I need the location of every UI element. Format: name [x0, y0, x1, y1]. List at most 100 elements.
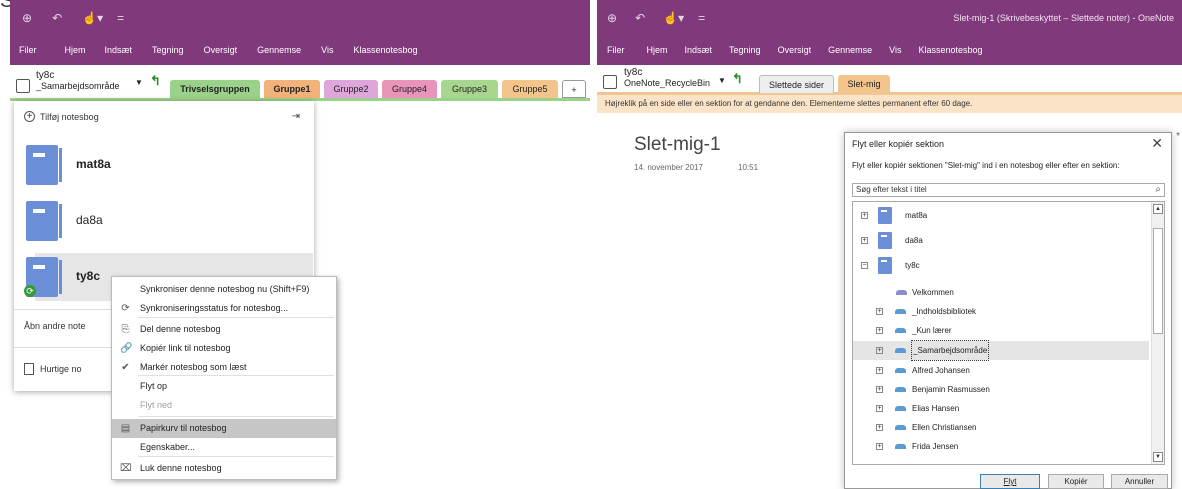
add-notebook-button[interactable]: + Tilføj notesbog — [24, 111, 99, 122]
menu-klassenotesbog[interactable]: Klassenotesbog — [918, 45, 982, 55]
chevron-down-icon[interactable]: ▼ — [135, 78, 143, 87]
section-tab[interactable]: Gruppe4 — [382, 80, 437, 98]
notebook-icon — [603, 75, 617, 89]
customize-toolbar-icon[interactable]: = — [698, 11, 705, 25]
expand-icon[interactable]: + — [876, 386, 883, 393]
undo-icon[interactable]: ↶ — [635, 11, 645, 25]
move-button-label: Flyt — [1003, 477, 1017, 486]
section-group-icon — [895, 368, 906, 373]
context-menu-item[interactable]: ⟳ Synkroniseringsstatus for notesbog... — [112, 299, 336, 318]
menu-indsaet[interactable]: Indsæt — [105, 45, 133, 55]
scroll-down-icon[interactable]: ▼ — [1153, 452, 1163, 462]
notebook-item-da8a[interactable]: da8a — [14, 197, 304, 245]
menu-separator — [138, 456, 334, 457]
expand-icon[interactable]: + — [876, 327, 883, 334]
section-tab[interactable]: Slettede sider — [759, 75, 834, 93]
tree-row-label: mat8a — [905, 211, 928, 220]
notebook-item-mat8a[interactable]: mat8a — [14, 141, 304, 189]
menu-hjem[interactable]: Hjem — [647, 45, 668, 55]
context-menu-item[interactable]: Egenskaber... — [112, 438, 336, 457]
scroll-thumb[interactable] — [1153, 228, 1163, 334]
tree-row[interactable]: + _Kun lærer — [853, 321, 1149, 340]
menu-oversigt[interactable]: Oversigt — [778, 45, 812, 55]
collapse-icon[interactable]: − — [861, 262, 868, 269]
context-menu-item[interactable]: Flyt op — [112, 377, 336, 396]
customize-toolbar-icon[interactable]: = — [117, 11, 124, 25]
notebook-icon — [878, 207, 892, 224]
undo-icon[interactable]: ↶ — [52, 11, 62, 25]
copy-button[interactable]: Kopiér — [1048, 474, 1104, 489]
notebook-picker[interactable]: ty8c OneNote_RecycleBin — [624, 67, 710, 89]
back-to-parent-icon[interactable]: ↰ — [150, 73, 161, 89]
tree-row[interactable]: + Benjamin Rasmussen — [853, 380, 1149, 399]
notebook-picker[interactable]: ty8c _Samarbejdsområde — [36, 70, 120, 92]
menu-gennemse[interactable]: Gennemse — [828, 45, 872, 55]
expand-icon[interactable]: + — [876, 347, 883, 354]
menu-vis[interactable]: Vis — [321, 45, 333, 55]
context-menu-item[interactable]: ⎘ Del denne notesbog — [112, 320, 336, 339]
expand-icon[interactable]: + — [861, 237, 868, 244]
expand-icon[interactable]: + — [876, 424, 883, 431]
scroll-up-icon[interactable]: ▲ — [1153, 204, 1163, 214]
menu-oversigt[interactable]: Oversigt — [204, 45, 238, 55]
menu-filer[interactable]: Filer — [19, 45, 37, 55]
close-icon[interactable]: ✕ — [1151, 135, 1163, 152]
section-tab[interactable]: Gruppe2 — [324, 80, 378, 98]
section-tab[interactable]: Trivselsgruppen — [170, 80, 260, 98]
expand-icon[interactable]: + — [876, 367, 883, 374]
menu-indsaet[interactable]: Indsæt — [685, 45, 713, 55]
back-icon[interactable]: ⊕ — [607, 11, 617, 25]
expand-icon[interactable]: + — [876, 308, 883, 315]
section-group-icon — [895, 328, 906, 333]
back-icon[interactable]: ⊕ — [22, 11, 32, 25]
tree-row[interactable]: + Ellen Christiansen — [853, 418, 1149, 437]
cancel-button[interactable]: Annuller — [1111, 474, 1168, 489]
tree-row[interactable]: + Alfred Johansen — [853, 361, 1149, 380]
search-icon[interactable]: ⌕ — [1155, 184, 1161, 196]
plus-circle-icon: + — [24, 111, 35, 122]
menu-tegning[interactable]: Tegning — [152, 45, 184, 55]
section-tab[interactable]: Gruppe3 — [441, 80, 498, 98]
menu-klassenotesbog[interactable]: Klassenotesbog — [353, 45, 417, 55]
menu-tegning[interactable]: Tegning — [729, 45, 761, 55]
expand-icon[interactable]: + — [861, 212, 868, 219]
tree-row[interactable]: + Frida Jensen — [853, 437, 1149, 456]
tree-row[interactable]: + Elias Hansen — [853, 399, 1149, 418]
tree-row[interactable]: Velkommen — [853, 283, 1149, 302]
menu-filer[interactable]: Filer — [607, 45, 625, 55]
tree-row-label: Benjamin Rasmussen — [912, 385, 990, 394]
touch-mode-icon[interactable]: ☝▾ — [663, 11, 684, 25]
menu-vis[interactable]: Vis — [889, 45, 901, 55]
context-menu-item[interactable]: ▤ Papirkurv til notesbog — [112, 419, 336, 438]
tree-row[interactable]: + _Indholdsbibliotek — [853, 302, 1149, 321]
side-mark: * — [1176, 131, 1180, 142]
expand-icon[interactable]: + — [876, 405, 883, 412]
tree-scrollbar[interactable]: ▲ ▼ — [1151, 202, 1164, 464]
tree-row-label: Elias Hansen — [912, 404, 960, 413]
chevron-down-icon[interactable]: ▼ — [718, 76, 726, 85]
dialog-title: Flyt eller kopiér sektion — [852, 139, 945, 149]
ribbon-menu-left: Filer Hjem Indsæt Tegning Oversigt Genne… — [19, 45, 418, 55]
context-menu-item[interactable]: Synkroniser denne notesbog nu (Shift+F9) — [112, 280, 336, 299]
menu-gennemse[interactable]: Gennemse — [257, 45, 301, 55]
section-tab[interactable]: Slet-mig — [838, 75, 890, 93]
context-menu-item[interactable]: ⌧ Luk denne notesbog — [112, 459, 336, 478]
section-tab[interactable]: Gruppe1 — [264, 80, 320, 98]
tree-row[interactable]: + mat8a — [853, 206, 1149, 225]
expand-icon[interactable]: + — [876, 443, 883, 450]
open-other-notebooks-button[interactable]: Åbn andre note — [24, 321, 86, 331]
tree-row[interactable]: + da8a — [853, 231, 1149, 250]
quick-notes-button[interactable]: Hurtige no — [24, 363, 82, 375]
tree-row[interactable]: − ty8c — [853, 256, 1149, 275]
section-tab[interactable]: + — [562, 80, 586, 98]
pin-icon[interactable]: ⇥ — [292, 111, 300, 122]
tree-row[interactable]: + _Samarbejdsområde — [853, 340, 1149, 361]
page-date: 14. november 2017 — [634, 163, 703, 172]
section-tab[interactable]: Gruppe5 — [502, 80, 558, 98]
touch-mode-icon[interactable]: ☝▾ — [82, 11, 103, 25]
context-menu-item[interactable]: 🔗 Kopiér link til notesbog — [112, 339, 336, 358]
search-input[interactable]: Søg efter tekst i titel ⌕ — [852, 183, 1165, 197]
back-to-parent-icon[interactable]: ↰ — [732, 71, 743, 87]
menu-hjem[interactable]: Hjem — [65, 45, 86, 55]
move-button[interactable]: Flyt — [980, 474, 1040, 489]
